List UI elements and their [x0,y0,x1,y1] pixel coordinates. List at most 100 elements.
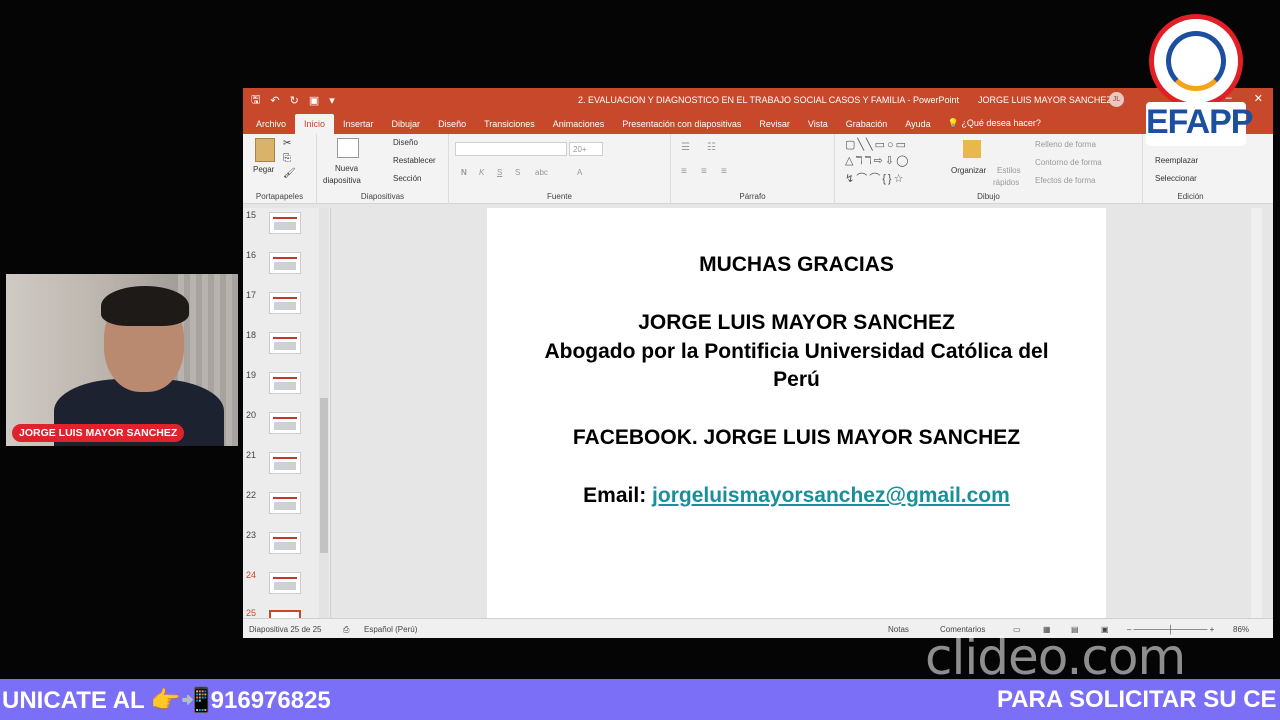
thumbnail-image[interactable] [269,332,301,354]
shapes-gallery-row3-icon[interactable]: ↯⌒⌒{}☆ [845,170,905,186]
tab-insertar[interactable]: Insertar [334,119,383,134]
customize-qat-icon[interactable]: ▾ [329,94,335,107]
language-indicator[interactable]: Español (Perú) [364,625,417,634]
current-slide[interactable]: MUCHAS GRACIAS JORGE LUIS MAYOR SANCHEZ … [487,208,1106,618]
font-size-box[interactable]: 20+ [569,142,603,156]
logo-emblem [1149,14,1243,108]
paste-icon[interactable] [255,138,275,162]
stream-frame: 🖫 ↶ ↻ ▣ ▾ 2. EVALUACION Y DIAGNOSTICO EN… [0,0,1280,720]
save-icon[interactable]: 🖫 [251,91,260,110]
redo-icon[interactable]: ↻ [290,94,299,107]
thumbnail-item[interactable]: 23 [243,530,323,570]
paste-button[interactable]: Pegar [253,165,274,174]
cut-icon[interactable]: ✂ [283,138,291,149]
section-button[interactable]: Sección [393,174,421,183]
tab-dibujar[interactable]: Dibujar [383,119,430,134]
shape-effects-button[interactable]: Efectos de forma [1035,176,1095,185]
new-slide-label2[interactable]: diapositiva [323,176,361,185]
group-label-parrafo: Párrafo [739,192,766,201]
shadow-icon[interactable]: S [515,168,520,177]
scrollbar-thumb[interactable] [320,398,328,553]
tab-transiciones[interactable]: Transiciones [475,119,544,134]
tell-me-search[interactable]: 💡 ¿Qué desea hacer? [940,118,1049,134]
bold-icon[interactable]: N [461,168,467,177]
format-painter-icon[interactable]: 🖌 [283,168,296,179]
close-icon[interactable]: ✕ [1254,92,1263,105]
shape-fill-button[interactable]: Relleno de forma [1035,140,1096,149]
align-left-icon[interactable]: ≡ [681,166,687,177]
shape-outline-button[interactable]: Contorno de forma [1035,158,1102,167]
undo-icon[interactable]: ↶ [270,94,279,107]
underline-icon[interactable]: S [497,168,502,177]
font-size-value: 20+ [573,145,587,154]
zoom-level[interactable]: 86% [1233,625,1249,634]
shapes-gallery-icon[interactable]: ▢╲╲▭○▭ [845,138,908,151]
ribbon-tabs: Archivo Inicio Insertar Dibujar Diseño T… [243,112,1273,134]
thumbnail-image[interactable] [269,452,301,474]
thumbnail-image[interactable] [269,572,301,594]
align-center-icon[interactable]: ≡ [701,166,707,177]
shapes-gallery-row2-icon[interactable]: △ℸℸ⇨⇩◯ [845,154,910,167]
logo-wordmark: EFAPP [1146,102,1253,146]
thumbnail-item[interactable]: 22 [243,490,323,530]
avatar[interactable]: JL [1109,92,1124,107]
select-button[interactable]: Seleccionar [1155,174,1197,183]
thumbnail-item[interactable]: 15 [243,210,323,250]
thumbnail-image[interactable] [269,292,301,314]
thumbnail-image[interactable] [269,492,301,514]
font-name-box[interactable] [455,142,567,156]
thumbnail-number: 21 [246,450,257,460]
tab-grabacion[interactable]: Grabación [837,119,897,134]
arrange-icon[interactable] [963,140,981,158]
group-parrafo: ☰ ☷ ≡ ≡ ≡ Párrafo [671,134,835,204]
tab-diseno[interactable]: Diseño [429,119,475,134]
new-slide-icon[interactable] [337,138,359,158]
tab-revisar[interactable]: Revisar [750,119,799,134]
reset-button[interactable]: Restablecer [393,156,436,165]
layout-button[interactable]: Diseño [393,138,418,147]
thumbnail-image[interactable] [269,610,301,618]
strikethrough-icon[interactable]: abc [535,168,548,177]
new-slide-label[interactable]: Nueva [335,164,358,173]
thumbnail-image[interactable] [269,372,301,394]
thumbnail-image[interactable] [269,532,301,554]
italic-icon[interactable]: K [479,168,484,177]
email-link[interactable]: jorgeluismayorsanchez@gmail.com [652,484,1010,507]
slide-counter: Diapositiva 25 de 25 [249,625,322,634]
thumbnail-item[interactable]: 18 [243,330,323,370]
editor-scrollbar[interactable] [1251,208,1262,618]
thumbnail-image[interactable] [269,412,301,434]
tab-animaciones[interactable]: Animaciones [544,119,614,134]
align-right-icon[interactable]: ≡ [721,166,727,177]
quick-styles-label[interactable]: Estilos [997,166,1021,175]
tab-vista[interactable]: Vista [799,119,837,134]
present-icon[interactable]: ▣ [309,94,319,107]
tab-archivo[interactable]: Archivo [247,119,295,134]
watermark: clideo.com [925,628,1186,686]
thumbnail-item[interactable]: 17 [243,290,323,330]
thumbnail-item[interactable]: 20 [243,410,323,450]
replace-button[interactable]: Reemplazar [1155,156,1198,165]
copy-icon[interactable]: ⎘ [283,153,291,164]
thumbnail-item[interactable]: 21 [243,450,323,490]
thumbnail-item[interactable]: 19 [243,370,323,410]
spellcheck-icon[interactable]: ⎙ [343,625,349,635]
presenter-nameplate: JORGE LUIS MAYOR SANCHEZ [12,424,185,442]
thumbnails-scrollbar[interactable] [319,208,329,618]
quick-styles-label2[interactable]: rápidos [993,178,1019,187]
bullets-icon[interactable]: ☰ [681,142,690,153]
tab-presentacion[interactable]: Presentación con diapositivas [613,119,750,134]
arrange-button[interactable]: Organizar [951,166,986,175]
numbering-icon[interactable]: ☷ [707,142,716,153]
thumbnail-image[interactable] [269,212,301,234]
tab-ayuda[interactable]: Ayuda [896,119,939,134]
tell-me-label: ¿Qué desea hacer? [961,118,1041,128]
thumbnail-item-selected[interactable]: 25 [243,608,323,618]
notes-button[interactable]: Notas [888,625,909,634]
tab-inicio[interactable]: Inicio [295,114,335,134]
thumbnail-item[interactable]: 16 [243,250,323,290]
thumbnail-item[interactable]: 24 [243,570,323,610]
slide-author-name: JORGE LUIS MAYOR SANCHEZ [638,311,955,334]
thumbnail-image[interactable] [269,252,301,274]
font-color-icon[interactable]: A [577,168,582,177]
